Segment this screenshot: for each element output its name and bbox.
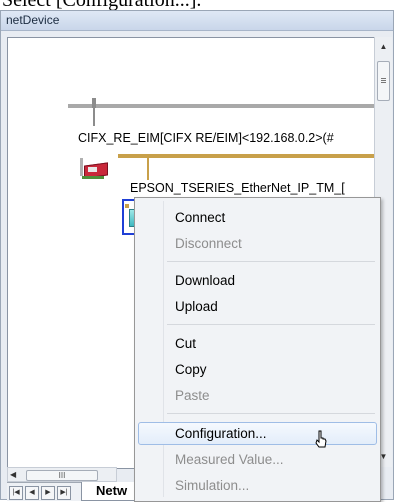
tab-network[interactable]: Netw bbox=[81, 482, 139, 501]
menu-item-paste[interactable]: Paste bbox=[175, 388, 210, 403]
menu-item-configuration[interactable]: Configuration... bbox=[175, 426, 267, 441]
horizontal-scroll-thumb[interactable]: III bbox=[26, 470, 98, 481]
menu-separator bbox=[167, 413, 375, 414]
menu-item-measured-value[interactable]: Measured Value... bbox=[175, 452, 284, 467]
menu-item-upload[interactable]: Upload bbox=[175, 299, 218, 314]
main-bus-line bbox=[68, 104, 374, 108]
cifx-card-icon[interactable] bbox=[80, 156, 108, 182]
vertical-scroll-thumb[interactable] bbox=[377, 61, 390, 101]
last-tab-icon[interactable]: ▶| bbox=[57, 486, 71, 500]
menu-item-connect[interactable]: Connect bbox=[175, 210, 225, 225]
slave-device-label[interactable]: EPSON_TSERIES_EtherNet_IP_TM_[ bbox=[130, 181, 345, 195]
menu-item-download[interactable]: Download bbox=[175, 273, 235, 288]
window-title: netDevice bbox=[6, 13, 60, 27]
master-device-label[interactable]: CIFX_RE_EIM[CIFX RE/EIM]<192.168.0.2>(# bbox=[78, 131, 334, 145]
master-drop-line bbox=[93, 108, 95, 126]
menu-item-disconnect[interactable]: Disconnect bbox=[175, 236, 242, 251]
menu-item-cut[interactable]: Cut bbox=[175, 336, 196, 351]
main-bus-node bbox=[92, 98, 96, 108]
menu-item-copy[interactable]: Copy bbox=[175, 362, 207, 377]
window-titlebar: netDevice bbox=[1, 11, 393, 31]
menu-separator bbox=[167, 324, 375, 325]
mouse-cursor-icon bbox=[315, 430, 327, 448]
scroll-left-arrow-icon[interactable]: ◀ bbox=[10, 468, 16, 482]
next-tab-icon[interactable]: ▶ bbox=[41, 486, 55, 500]
menu-separator bbox=[167, 261, 375, 262]
prev-tab-icon[interactable]: ◀ bbox=[25, 486, 39, 500]
context-menu: Connect Disconnect Download Upload Cut C… bbox=[134, 197, 381, 502]
ethernet-bus-line bbox=[118, 154, 374, 158]
ethernet-drop-line bbox=[147, 158, 149, 180]
menu-gutter bbox=[163, 201, 164, 497]
menu-item-simulation[interactable]: Simulation... bbox=[175, 478, 249, 493]
scroll-up-arrow-icon[interactable]: ▲ bbox=[375, 39, 392, 55]
horizontal-scrollbar[interactable]: ◀ III bbox=[7, 467, 117, 482]
first-tab-icon[interactable]: |◀ bbox=[9, 486, 23, 500]
